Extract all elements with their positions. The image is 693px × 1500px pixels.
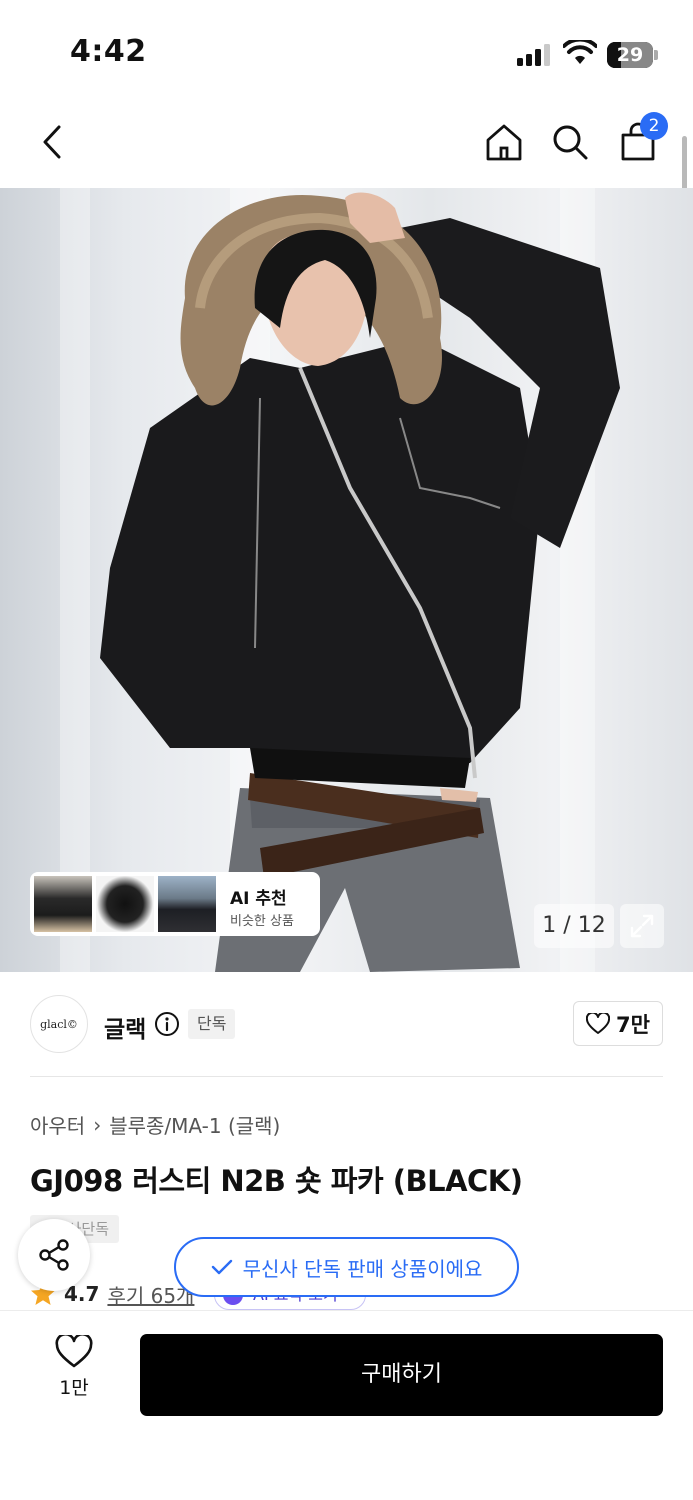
product-photo bbox=[100, 192, 620, 972]
wishlist-count: 1만 bbox=[59, 1377, 89, 1399]
breadcrumb-item[interactable]: 아우터 bbox=[30, 1110, 85, 1139]
ai-recommend-title: AI 추천 bbox=[230, 889, 287, 909]
share-button[interactable] bbox=[18, 1219, 90, 1291]
breadcrumb-item[interactable]: 블루종/MA-1 (글랙) bbox=[109, 1110, 280, 1139]
status-time: 4:42 bbox=[70, 34, 147, 69]
back-icon bbox=[43, 125, 61, 159]
expand-icon bbox=[630, 914, 654, 938]
signal-icon bbox=[517, 44, 553, 66]
ai-recommendation-card[interactable]: AI 추천 › 비슷한 상품 bbox=[30, 872, 320, 936]
image-counter: 1 / 12 bbox=[534, 904, 614, 948]
brand-name[interactable]: 글랙 bbox=[104, 1010, 146, 1044]
back-button[interactable] bbox=[28, 118, 76, 166]
product-image-gallery[interactable]: AI 추천 › 비슷한 상품 1 / 12 bbox=[0, 188, 693, 972]
ai-recommend-subtitle: 비슷한 상품 bbox=[230, 914, 294, 929]
battery-icon: 29 bbox=[607, 42, 658, 68]
exclusive-toast: 무신사 단독 판매 상품이에요 bbox=[174, 1237, 519, 1297]
heart-icon bbox=[586, 1012, 611, 1034]
recommendation-thumbnail[interactable] bbox=[34, 876, 92, 932]
brand-logo[interactable]: glacl© bbox=[30, 995, 88, 1053]
checkmark-icon bbox=[211, 1259, 232, 1275]
info-icon[interactable] bbox=[154, 1011, 180, 1037]
top-nav-bar: 2 bbox=[0, 100, 693, 188]
brand-like-count: 7만 bbox=[616, 1012, 650, 1037]
search-icon bbox=[553, 125, 588, 160]
search-button[interactable] bbox=[546, 118, 594, 166]
cart-button[interactable]: 2 bbox=[614, 112, 668, 166]
recommendation-thumbnail[interactable] bbox=[96, 876, 154, 932]
chevron-right-icon: › bbox=[93, 1112, 102, 1137]
home-icon bbox=[486, 124, 522, 161]
brand-like-button[interactable]: 7만 bbox=[573, 1001, 663, 1046]
product-title: GJ098 러스티 N2B 숏 파카 (BLACK) bbox=[30, 1164, 523, 1198]
brand-exclusive-badge: 단독 bbox=[188, 1009, 236, 1039]
share-icon bbox=[39, 1239, 69, 1271]
divider bbox=[30, 1076, 663, 1077]
heart-icon bbox=[55, 1335, 93, 1368]
recommendation-thumbnail[interactable] bbox=[158, 876, 216, 932]
wishlist-button[interactable]: 1만 bbox=[40, 1335, 108, 1415]
battery-level: 29 bbox=[616, 44, 644, 66]
cart-count-badge: 2 bbox=[640, 112, 668, 140]
toast-message: 무신사 단독 판매 상품이에요 bbox=[242, 1256, 483, 1281]
breadcrumb: 아우터 › 블루종/MA-1 (글랙) bbox=[30, 1110, 280, 1139]
wifi-icon bbox=[563, 40, 597, 64]
expand-image-button[interactable] bbox=[620, 904, 664, 948]
buy-button[interactable]: 구매하기 bbox=[140, 1334, 663, 1416]
bottom-action-bar: 1만 구매하기 bbox=[0, 1310, 693, 1500]
status-bar: 4:42 29 bbox=[0, 0, 693, 100]
home-button[interactable] bbox=[480, 118, 528, 166]
